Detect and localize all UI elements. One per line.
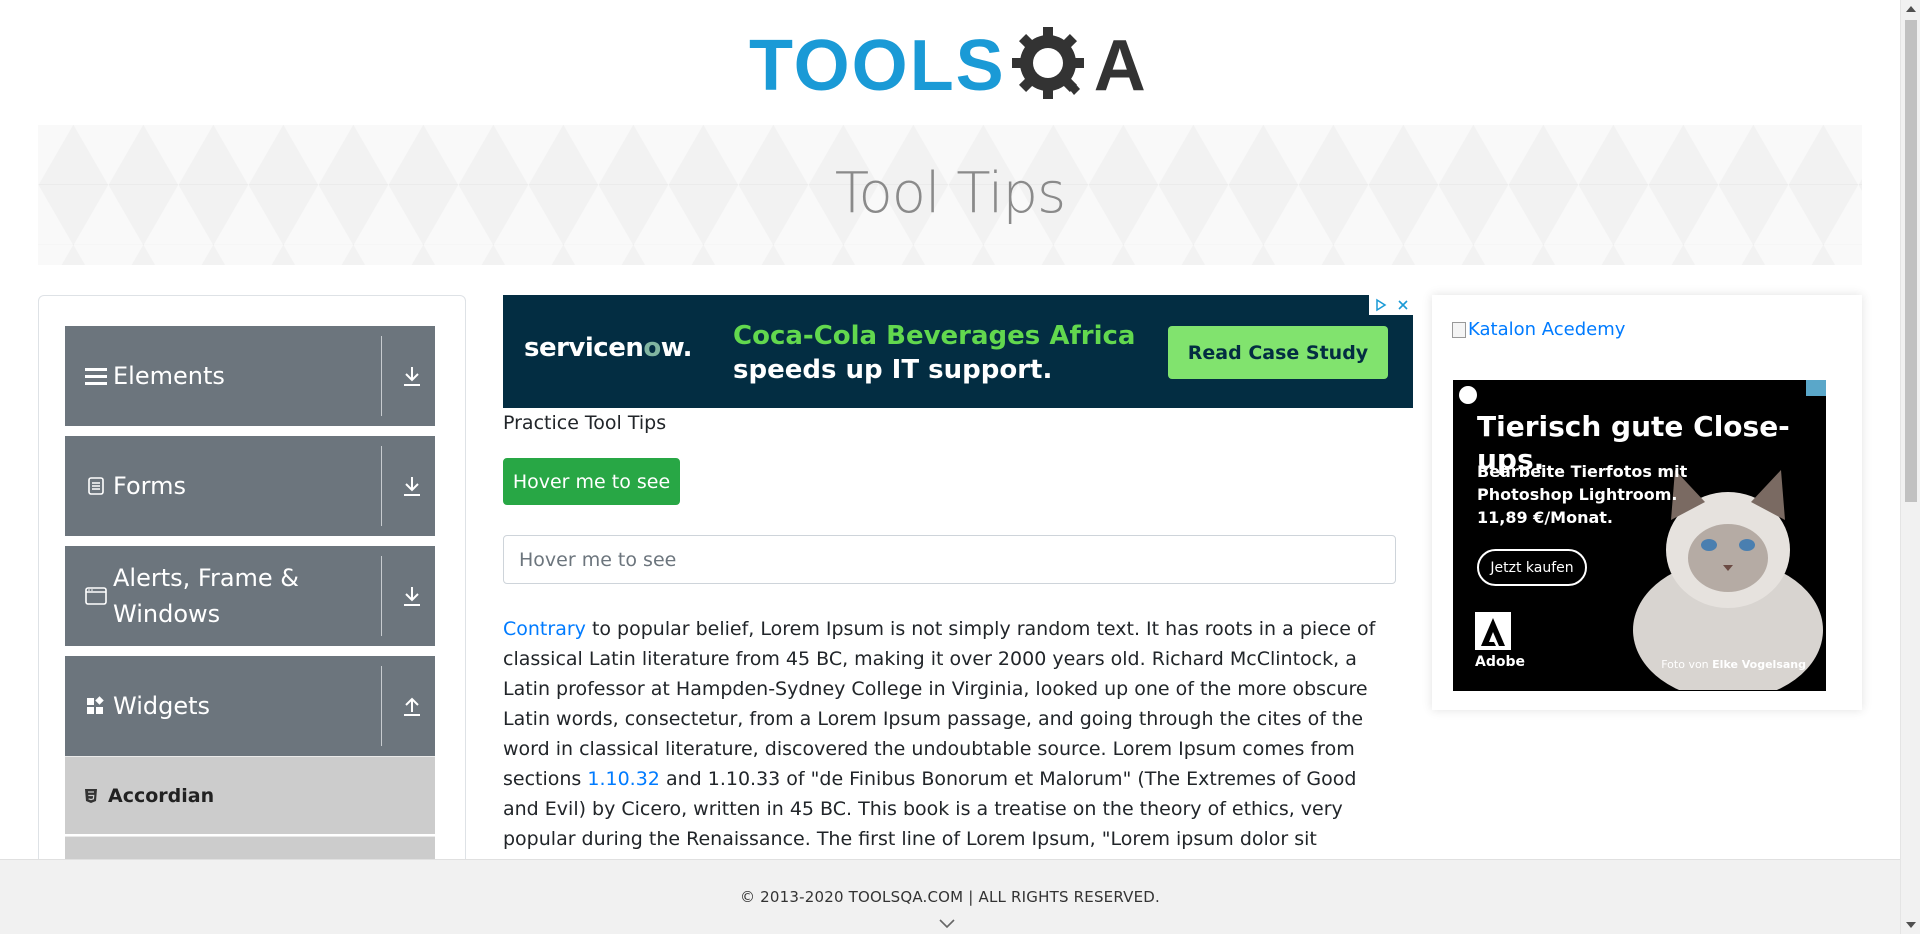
footer: © 2013-2020 TOOLSQA.COM | ALL RIGHTS RES… [0, 859, 1900, 934]
adobe-brand: Adobe [1475, 654, 1525, 670]
contrary-link[interactable]: Contrary [503, 618, 586, 640]
ad-headline-line1: Coca-Cola Beverages Africa [733, 321, 1136, 351]
adobe-logo-icon [1475, 612, 1511, 650]
widgets-icon [85, 695, 107, 717]
page-title: Tool Tips [834, 161, 1066, 226]
right-ad-panel: Katalon Acedemy Tierisch gute Close-ups.… [1432, 295, 1862, 710]
servicenow-ad-banner[interactable]: servicenow. Coca-Cola Beverages Africa s… [503, 295, 1413, 408]
window-icon [85, 585, 107, 607]
copyright-text: © 2013-2020 TOOLSQA.COM | ALL RIGHTS RES… [739, 888, 1161, 906]
adchoices-icon[interactable] [1369, 295, 1413, 315]
sidebar-group-elements[interactable]: Elements [65, 326, 435, 426]
sidebar-group-alerts-frame-windows[interactable]: Alerts, Frame & Windows [65, 546, 435, 646]
adobe-lightroom-ad[interactable]: Tierisch gute Close-ups. Bearbeite Tierf… [1453, 380, 1826, 691]
expand-download-icon[interactable] [399, 363, 425, 389]
jetzt-kaufen-button[interactable]: Jetzt kaufen [1477, 549, 1587, 586]
divider [381, 336, 382, 416]
page-scrollbar[interactable] [1900, 0, 1920, 934]
servicenow-logo: servicenow. [524, 333, 692, 363]
chevron-down-icon[interactable] [938, 918, 956, 930]
ad-headline-line2: speeds up IT support. [733, 355, 1053, 385]
section-link[interactable]: 1.10.32 [587, 768, 660, 790]
adchoices-corner-icon[interactable] [1806, 380, 1826, 396]
sidebar-group-label: Widgets [113, 692, 211, 720]
page-banner: Tool Tips [38, 125, 1862, 265]
close-icon [1397, 300, 1408, 310]
sidebar: Elements Forms Alerts, Frame & Windows W… [38, 295, 466, 934]
photo-credit: Foto von Elke Vogelsang [1661, 658, 1806, 671]
hover-me-button[interactable]: Hover me to see [503, 458, 680, 505]
collapse-upload-icon[interactable] [399, 693, 425, 719]
sidebar-group-forms[interactable]: Forms [65, 436, 435, 536]
divider [381, 446, 382, 526]
ad-subtext: Bearbeite Tierfotos mit Photoshop Lightr… [1477, 462, 1688, 527]
scrollbar-thumb[interactable] [1905, 20, 1917, 502]
logo-text-tools: TOOLS [749, 26, 1006, 106]
logo-text-a: A [1093, 26, 1146, 106]
document-icon [85, 475, 107, 497]
sidebar-group-label: Elements [113, 362, 225, 390]
toolsqa-logo[interactable]: TOOLS A [749, 18, 1154, 114]
scroll-down-arrow-icon[interactable] [1906, 922, 1916, 928]
sidebar-group-label: Forms [113, 472, 186, 500]
lorem-paragraph: Contrary to popular belief, Lorem Ipsum … [503, 614, 1398, 884]
divider [381, 666, 382, 746]
katalon-academy-link[interactable]: Katalon Acedemy [1452, 319, 1625, 340]
divider [381, 556, 382, 636]
html5-icon [83, 788, 99, 804]
sidebar-group-widgets[interactable]: Widgets [65, 656, 435, 756]
privacy-icon[interactable] [1459, 386, 1477, 404]
sidebar-group-label: Alerts, Frame & Windows [113, 564, 300, 628]
ad-headline: Coca-Cola Beverages Africa speeds up IT … [733, 319, 1135, 387]
expand-download-icon[interactable] [399, 473, 425, 499]
read-case-study-button[interactable]: Read Case Study [1168, 326, 1388, 379]
broken-image-icon [1452, 321, 1466, 338]
paragraph-text-1: to popular belief, Lorem Ipsum is not si… [503, 618, 1376, 790]
expand-download-icon[interactable] [399, 583, 425, 609]
hamburger-icon [85, 365, 107, 387]
scroll-up-arrow-icon[interactable] [1906, 6, 1916, 12]
sidebar-item-accordian[interactable]: Accordian [65, 756, 435, 834]
katalon-alt-text: Katalon Acedemy [1468, 319, 1626, 340]
gear-magnifier-icon [1008, 23, 1094, 109]
practice-tool-tips-label: Practice Tool Tips [503, 412, 667, 434]
hover-me-text-field[interactable] [503, 535, 1396, 584]
sidebar-item-label: Accordian [108, 784, 215, 807]
